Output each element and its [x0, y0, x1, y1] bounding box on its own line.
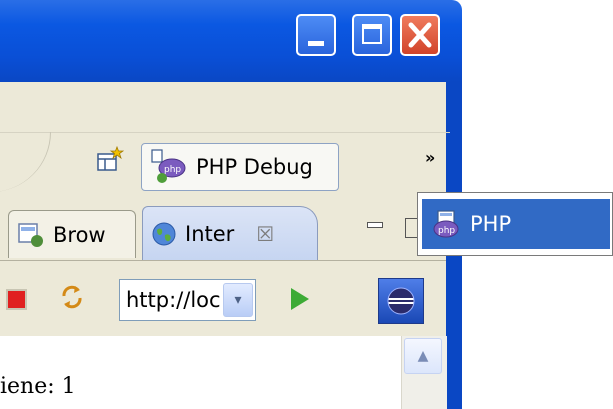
url-text[interactable]: http://loc	[120, 288, 222, 312]
url-dropdown-button[interactable]: ▾	[223, 283, 253, 317]
menu-item-php[interactable]: php PHP	[422, 199, 610, 249]
scroll-up-button[interactable]: ▲	[404, 338, 442, 374]
view-minimize-button[interactable]	[367, 222, 383, 228]
eclipse-browser-button[interactable]	[378, 278, 424, 324]
refresh-icon	[62, 285, 82, 309]
open-perspective-icon	[97, 145, 125, 171]
browser-view-icon	[18, 222, 43, 247]
window-title-bar	[0, 0, 462, 82]
globe-icon	[152, 222, 176, 245]
menu-bar	[0, 82, 446, 132]
maximize-button[interactable]	[352, 14, 392, 56]
tab-close-icon[interactable]: ☒	[256, 222, 274, 246]
tab-label: Inter	[185, 221, 235, 246]
tab-label: Brow	[53, 222, 106, 247]
php-debug-perspective-button[interactable]: php PHP Debug	[141, 143, 339, 191]
close-icon	[408, 22, 432, 48]
minimize-icon	[308, 41, 324, 46]
refresh-button[interactable]	[58, 282, 86, 312]
svg-text:php: php	[164, 165, 181, 175]
maximize-icon	[362, 24, 382, 44]
close-button[interactable]	[400, 14, 440, 56]
minimize-button[interactable]	[296, 14, 336, 56]
php-perspective-icon: php	[433, 210, 459, 238]
tab-internal-browser[interactable]: Inter ☒	[142, 206, 318, 260]
url-input[interactable]: http://loc ▾	[119, 279, 256, 321]
page-content-text: iene: 1	[0, 374, 76, 399]
tab-browser[interactable]: Brow	[8, 210, 136, 258]
svg-text:php: php	[438, 226, 455, 236]
open-perspective-button[interactable]	[96, 145, 125, 174]
eclipse-icon	[387, 287, 415, 315]
chevron-up-icon: ▲	[417, 348, 429, 364]
stop-button[interactable]	[6, 289, 27, 310]
go-button[interactable]	[291, 288, 309, 310]
perspective-overflow-chevron[interactable]: »	[425, 148, 435, 167]
perspective-overflow-menu: php PHP	[417, 192, 613, 256]
chevron-down-icon: ▾	[234, 292, 242, 308]
menu-item-label: PHP	[470, 212, 512, 236]
php-debug-label: PHP Debug	[196, 155, 313, 179]
php-debug-icon: php	[151, 149, 186, 183]
